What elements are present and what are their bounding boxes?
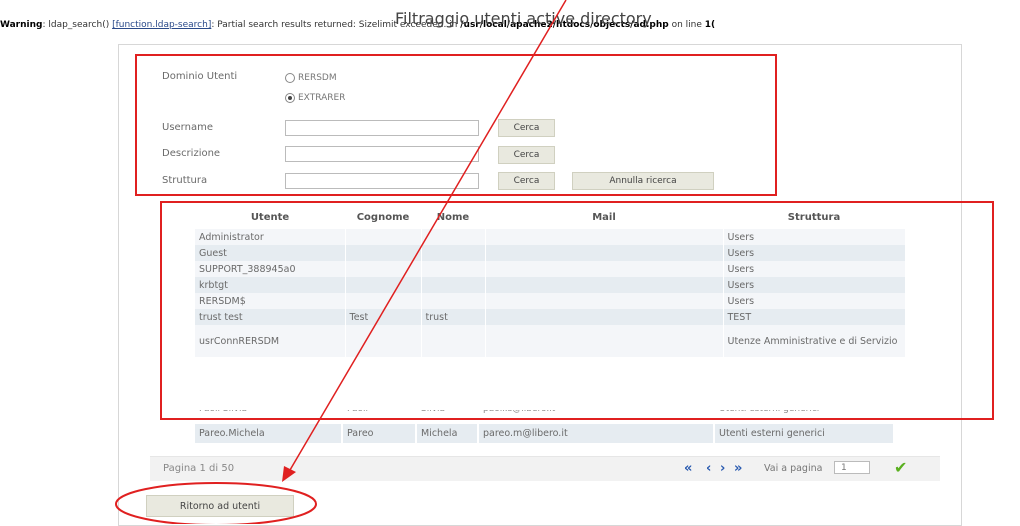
warning-text: : ldap_search() [42, 20, 113, 30]
cell-nome: Michela [417, 424, 479, 443]
cell-cognome: Pareo [343, 424, 417, 443]
goto-page-input[interactable]: 1 [834, 461, 870, 474]
warning-text-3: on line [668, 20, 705, 30]
back-to-users-button[interactable]: Ritorno ad utenti [146, 495, 294, 517]
annotation-search-box [135, 54, 777, 196]
cell-mail: pareo.m@libero.it [479, 424, 715, 443]
page-title: Filtraggio utenti active directory [395, 9, 652, 28]
prev-page-icon[interactable]: ‹ [706, 461, 711, 476]
warning-line: 1( [704, 20, 716, 30]
cell-struttura: Utenti esterni generici [715, 424, 895, 443]
first-page-icon[interactable]: « [684, 461, 692, 476]
last-page-icon[interactable]: » [734, 461, 742, 476]
pager: Pagina 1 di 50 « ‹ › » Vai a pagina 1 ✔ [150, 456, 940, 481]
cell-utente: Pareo.Michela [195, 424, 343, 443]
warning-function-link[interactable]: [function.ldap-search] [112, 20, 211, 30]
page-indicator: Pagina 1 di 50 [163, 463, 235, 474]
table-row[interactable]: Pareo.Michela Pareo Michela pareo.m@libe… [195, 424, 895, 443]
goto-label: Vai a pagina [764, 463, 823, 474]
warning-label: Warning [0, 20, 43, 30]
next-page-icon[interactable]: › [720, 461, 725, 476]
annotation-table-box [160, 201, 994, 420]
confirm-check-icon[interactable]: ✔ [894, 458, 907, 477]
